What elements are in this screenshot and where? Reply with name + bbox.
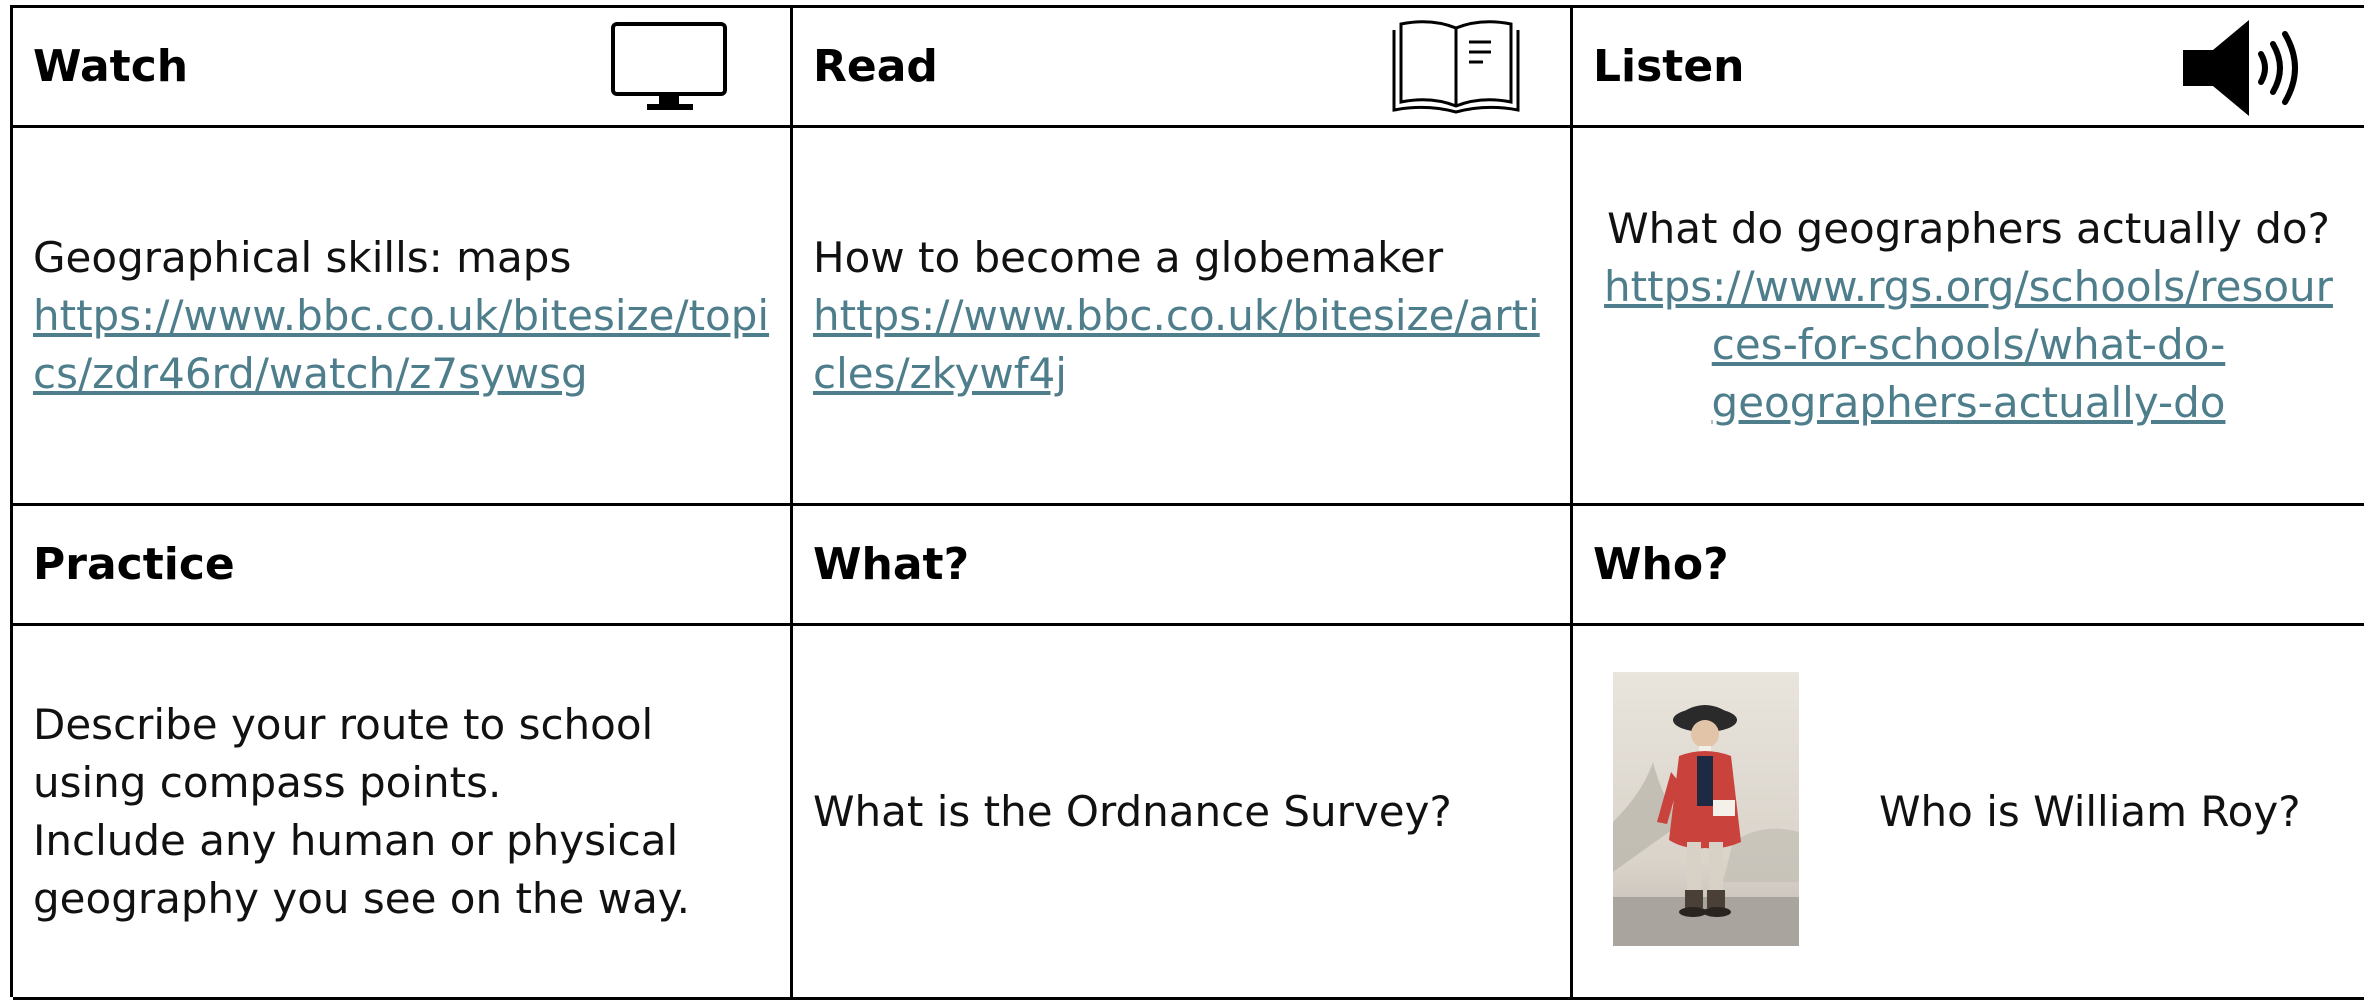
portrait-image	[1613, 672, 1799, 951]
who-header: Who?	[1573, 506, 2364, 626]
watch-content: Geographical skills: maps https://www.bb…	[13, 128, 793, 506]
who-heading: Who?	[1593, 539, 1729, 590]
practice-text-line2: Include any human or physical geography …	[33, 815, 691, 923]
listen-link[interactable]: https://www.rgs.org/schools/resources-fo…	[1593, 258, 2344, 432]
listen-heading: Listen	[1593, 41, 1745, 92]
practice-content: Describe your route to school using comp…	[13, 626, 793, 1000]
who-content: Who is William Roy?	[1573, 626, 2364, 1000]
what-heading: What?	[813, 539, 970, 590]
what-header: What?	[793, 506, 1573, 626]
practice-header: Practice	[13, 506, 793, 626]
read-header: Read	[793, 8, 1573, 128]
watch-link[interactable]: https://www.bbc.co.uk/bitesize/topics/zd…	[33, 287, 770, 403]
read-content: How to become a globemaker https://www.b…	[793, 128, 1573, 506]
what-content: What is the Ordnance Survey?	[793, 626, 1573, 1000]
who-text: Who is William Roy?	[1879, 786, 2301, 836]
watch-header: Watch	[13, 8, 793, 128]
watch-title: Geographical skills: maps	[33, 232, 572, 282]
open-book-icon	[1391, 16, 1521, 121]
practice-text-line1: Describe your route to school using comp…	[33, 699, 654, 807]
practice-heading: Practice	[33, 539, 235, 590]
watch-heading: Watch	[33, 41, 189, 92]
listen-title: What do geographers actually do?	[1607, 203, 2330, 253]
read-heading: Read	[813, 41, 938, 92]
speaker-icon	[2179, 16, 2309, 125]
read-link[interactable]: https://www.bbc.co.uk/bitesize/articles/…	[813, 287, 1550, 403]
listen-header: Listen	[1573, 8, 2364, 128]
resource-grid: Watch Read Listen Geographical skills: m…	[10, 5, 2364, 1000]
read-title: How to become a globemaker	[813, 232, 1444, 282]
listen-content: What do geographers actually do? https:/…	[1573, 128, 2364, 506]
what-text: What is the Ordnance Survey?	[813, 786, 1452, 836]
monitor-icon	[611, 22, 729, 119]
